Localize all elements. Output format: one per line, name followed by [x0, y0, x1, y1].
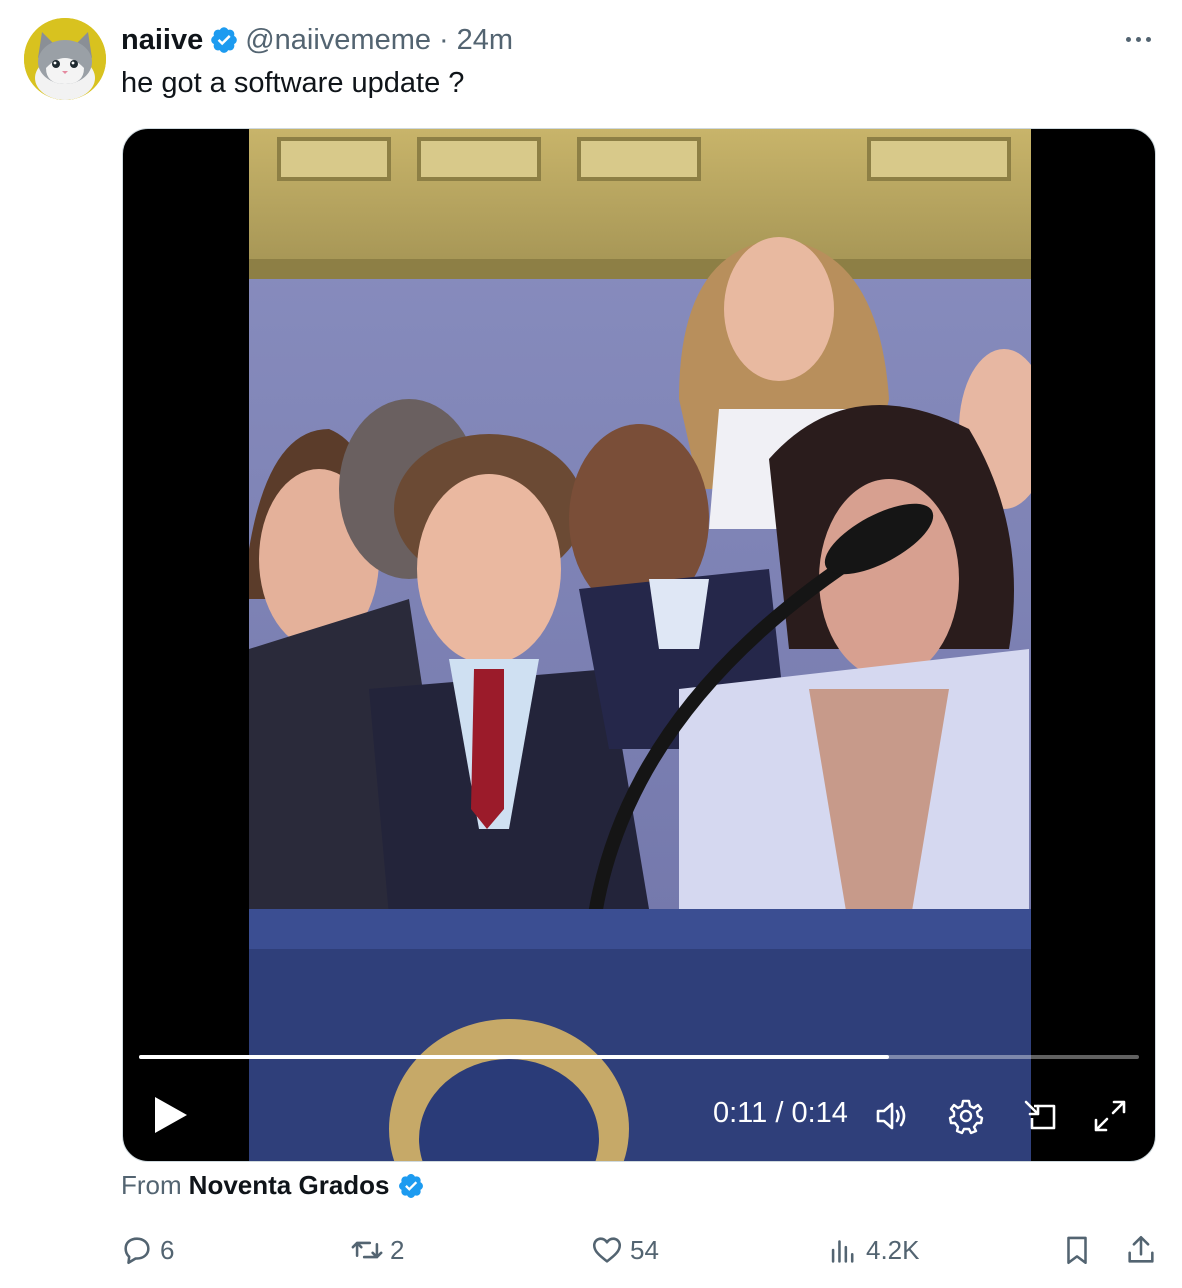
fullscreen-button[interactable] — [1089, 1095, 1131, 1137]
video-time-readout: 0:11 / 0:14 — [713, 1097, 848, 1129]
video-frame[interactable] — [249, 129, 1031, 1161]
bookmark-button[interactable] — [1060, 1228, 1100, 1272]
video-progress-fill — [139, 1055, 889, 1059]
views-button[interactable]: 4.2K — [826, 1228, 920, 1272]
cat-avatar-icon — [24, 18, 106, 100]
verified-badge-icon — [398, 1173, 423, 1198]
bookmark-icon — [1067, 1236, 1087, 1265]
share-icon — [1128, 1235, 1154, 1263]
settings-button[interactable] — [945, 1095, 987, 1137]
repost-count: 2 — [390, 1234, 405, 1265]
video-progress-bar[interactable] — [139, 1055, 1139, 1059]
more-options-button[interactable] — [1118, 24, 1158, 54]
picture-in-picture-button[interactable] — [1019, 1095, 1061, 1137]
reply-count: 6 — [160, 1234, 175, 1265]
more-dot — [1145, 36, 1151, 42]
settings-gear-icon — [948, 1099, 984, 1135]
reply-button[interactable]: 6 — [120, 1228, 174, 1272]
fullscreen-icon — [1094, 1100, 1126, 1132]
volume-button[interactable] — [871, 1095, 913, 1137]
picture-in-picture-icon — [1024, 1100, 1056, 1130]
author-display-name[interactable]: naiive — [121, 24, 203, 57]
from-label: From — [121, 1170, 182, 1200]
avatar[interactable] — [24, 18, 106, 100]
views-chart-icon — [831, 1240, 854, 1263]
reply-icon — [124, 1237, 150, 1265]
tweet-timestamp[interactable]: 24m — [457, 24, 513, 57]
video-player[interactable]: 0:11 / 0:14 — [122, 128, 1156, 1162]
more-horizontal-icon — [1125, 36, 1131, 42]
source-account-name[interactable]: Noventa Grados — [189, 1170, 390, 1201]
repost-button[interactable]: 2 — [350, 1228, 404, 1272]
video-source-attribution: From Noventa Grados — [121, 1170, 431, 1201]
tweet-header: naiive @naiivememe · 24m — [121, 22, 513, 58]
play-button[interactable] — [151, 1093, 191, 1137]
repost-icon — [351, 1241, 383, 1259]
verified-badge-icon — [211, 27, 238, 53]
heart-icon — [592, 1237, 622, 1263]
author-handle[interactable]: @naiivememe — [245, 24, 431, 57]
tweet-action-bar: 6 2 54 4.2K — [0, 1228, 1182, 1272]
tweet-text: he got a software update ? — [121, 67, 465, 99]
like-count: 54 — [630, 1234, 659, 1265]
play-icon — [155, 1097, 187, 1133]
separator-dot: · — [439, 23, 449, 56]
like-button[interactable]: 54 — [590, 1228, 659, 1272]
volume-icon — [876, 1102, 906, 1130]
view-count: 4.2K — [866, 1234, 920, 1265]
video-still-image — [249, 129, 1031, 1161]
more-dot — [1135, 36, 1141, 42]
share-button[interactable] — [1124, 1228, 1164, 1272]
